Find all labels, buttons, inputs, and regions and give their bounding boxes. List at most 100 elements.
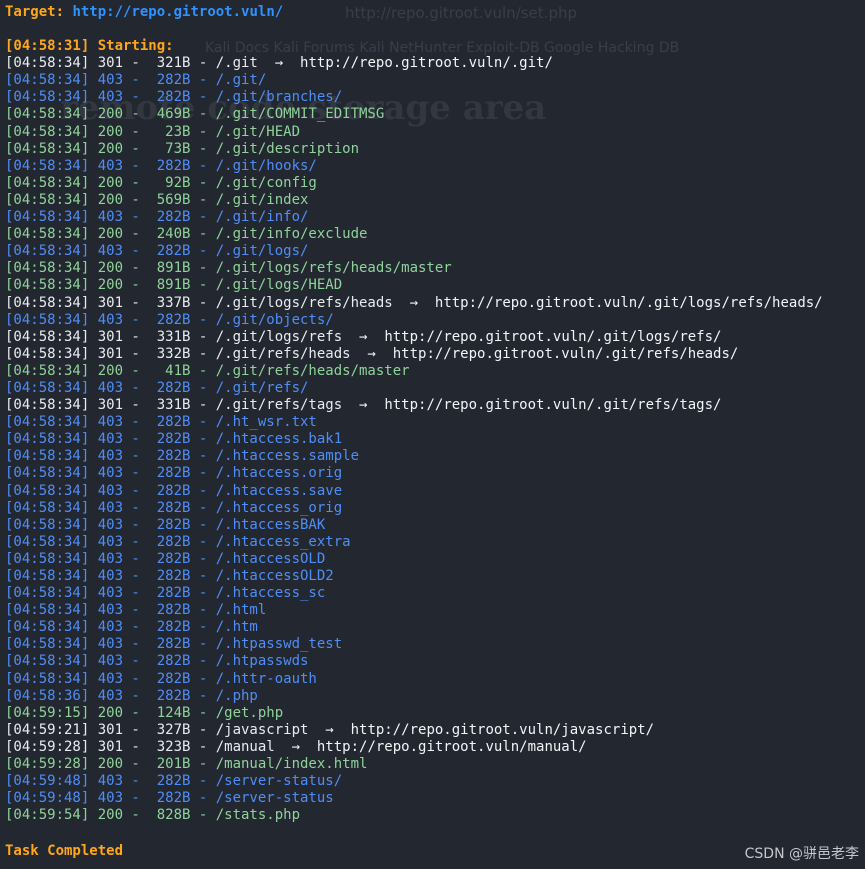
result-text: [04:59:48] 403 - 282B - /server-status/ <box>5 773 343 790</box>
result-line: [04:58:34] 403 - 282B - /.htaccess.sampl… <box>5 448 865 465</box>
result-text: [04:59:48] 403 - 282B - /server-status <box>5 790 334 807</box>
result-line: [04:58:34] 403 - 282B - /.htaccess_orig <box>5 500 865 517</box>
result-text: [04:58:34] 200 - 92B - /.git/config <box>5 174 317 191</box>
result-text: [04:58:34] 403 - 282B - /.html <box>5 602 267 619</box>
result-line: [04:58:34] 200 - 23B - /.git/HEAD <box>5 124 865 141</box>
scan-results: [04:58:34] 301 - 321B - /.git → http://r… <box>5 55 865 824</box>
result-text: [04:58:34] 200 - 469B - /.git/COMMIT_EDI… <box>5 106 385 123</box>
result-text: [04:58:34] 301 - 321B - /.git <box>5 55 258 72</box>
result-text: [04:58:34] 403 - 282B - /.git/branches/ <box>5 89 343 106</box>
result-line: [04:58:34] 301 - 331B - /.git/refs/tags … <box>5 397 865 414</box>
result-text: [04:58:34] 403 - 282B - /.httr-oauth <box>5 670 317 687</box>
result-text: [04:59:28] 301 - 323B - /manual <box>5 738 275 755</box>
result-line: [04:58:34] 200 - 41B - /.git/refs/heads/… <box>5 363 865 380</box>
result-text: [04:58:34] 403 - 282B - /.git/refs/ <box>5 379 309 396</box>
result-line: [04:58:34] 403 - 282B - /.git/branches/ <box>5 89 865 106</box>
result-line: [04:58:34] 301 - 332B - /.git/refs/heads… <box>5 346 865 363</box>
result-text: [04:58:34] 200 - 73B - /.git/description <box>5 140 360 157</box>
result-text: [04:58:34] 403 - 282B - /.git/logs/ <box>5 243 309 260</box>
result-text: [04:58:34] 403 - 282B - /.git/ <box>5 72 267 89</box>
result-text: [04:58:34] 403 - 282B - /.htaccessBAK <box>5 516 326 533</box>
result-text: [04:59:28] 200 - 201B - /manual/index.ht… <box>5 756 368 773</box>
result-text: [04:58:34] 200 - 569B - /.git/index <box>5 191 309 208</box>
result-line: [04:59:48] 403 - 282B - /server-status <box>5 790 865 807</box>
redirect-url: http://repo.gitroot.vuln/.git/refs/heads… <box>392 345 739 362</box>
result-text: [04:58:34] 301 - 337B - /.git/logs/refs/… <box>5 294 393 311</box>
result-text: [04:58:34] 403 - 282B - /.git/objects/ <box>5 311 334 328</box>
result-line: [04:58:34] 403 - 282B - /.git/hooks/ <box>5 158 865 175</box>
result-line: [04:58:34] 200 - 240B - /.git/info/exclu… <box>5 226 865 243</box>
result-text: [04:58:34] 403 - 282B - /.htaccess.orig <box>5 465 343 482</box>
result-line: [04:58:34] 403 - 282B - /.git/info/ <box>5 209 865 226</box>
result-text: [04:58:34] 403 - 282B - /.htaccess.save <box>5 482 343 499</box>
result-line: [04:58:34] 301 - 337B - /.git/logs/refs/… <box>5 295 865 312</box>
result-text: [04:58:34] 403 - 282B - /.htpasswd_test <box>5 636 343 653</box>
result-line: [04:58:34] 403 - 282B - /.httr-oauth <box>5 671 865 688</box>
result-line: [04:58:34] 403 - 282B - /.htaccess.bak1 <box>5 431 865 448</box>
result-text: [04:58:34] 403 - 282B - /.git/hooks/ <box>5 157 317 174</box>
result-line: [04:58:34] 403 - 282B - /.htaccess.orig <box>5 465 865 482</box>
result-line: [04:58:34] 200 - 92B - /.git/config <box>5 175 865 192</box>
redirect-arrow-icon: → <box>274 738 317 755</box>
result-line: [04:58:34] 403 - 282B - /.htaccess_extra <box>5 534 865 551</box>
starting-line: [04:58:31] Starting: <box>5 38 174 55</box>
result-line: [04:59:54] 200 - 828B - /stats.php <box>5 807 865 824</box>
target-label: Target: <box>5 4 65 20</box>
result-line: [04:59:48] 403 - 282B - /server-status/ <box>5 773 865 790</box>
redirect-url: http://repo.gitroot.vuln/.git/logs/refs/ <box>384 328 722 345</box>
redirect-arrow-icon: → <box>308 721 351 738</box>
redirect-url: http://repo.gitroot.vuln/.git/logs/refs/… <box>434 294 823 311</box>
terminal-output: Target: http://repo.gitroot.vuln/ [04:58… <box>5 4 865 824</box>
redirect-url: http://repo.gitroot.vuln/.git/refs/tags/ <box>384 397 722 414</box>
result-line: [04:58:34] 301 - 321B - /.git → http://r… <box>5 55 865 72</box>
target-line: Target: http://repo.gitroot.vuln/ <box>5 4 865 21</box>
result-text: [04:58:34] 301 - 332B - /.git/refs/heads <box>5 345 351 362</box>
result-text: [04:59:54] 200 - 828B - /stats.php <box>5 807 301 824</box>
result-line: [04:58:34] 403 - 282B - /.git/ <box>5 72 865 89</box>
result-text: [04:58:34] 403 - 282B - /.htaccess_sc <box>5 585 326 602</box>
result-text: [04:58:34] 301 - 331B - /.git/logs/refs <box>5 328 343 345</box>
redirect-arrow-icon: → <box>392 294 435 311</box>
result-line: [04:58:34] 200 - 73B - /.git/description <box>5 141 865 158</box>
redirect-arrow-icon: → <box>350 345 393 362</box>
result-line: [04:58:34] 403 - 282B - /.ht_wsr.txt <box>5 414 865 431</box>
result-text: [04:58:34] 301 - 331B - /.git/refs/tags <box>5 397 343 414</box>
result-line: [04:58:36] 403 - 282B - /.php <box>5 688 865 705</box>
result-line: [04:58:34] 403 - 282B - /.git/logs/ <box>5 243 865 260</box>
result-text: [04:58:34] 200 - 891B - /.git/logs/refs/… <box>5 260 452 277</box>
result-line: [04:58:34] 403 - 282B - /.html <box>5 602 865 619</box>
result-text: [04:58:34] 200 - 891B - /.git/logs/HEAD <box>5 277 343 294</box>
result-text: [04:58:34] 403 - 282B - /.htaccessOLD <box>5 550 326 567</box>
redirect-arrow-icon: → <box>257 55 301 72</box>
result-text: [04:58:34] 403 - 282B - /.htaccess.bak1 <box>5 431 343 448</box>
result-line: [04:58:34] 403 - 282B - /.htaccess.save <box>5 483 865 500</box>
result-line: [04:58:34] 403 - 282B - /.git/objects/ <box>5 312 865 329</box>
result-text: [04:58:34] 200 - 240B - /.git/info/exclu… <box>5 226 368 243</box>
redirect-url: http://repo.gitroot.vuln/manual/ <box>316 738 587 755</box>
result-line: [04:58:34] 403 - 282B - /.htaccess_sc <box>5 585 865 602</box>
result-line: [04:58:34] 403 - 282B - /.htaccessBAK <box>5 517 865 534</box>
result-line: [04:58:34] 403 - 282B - /.htpasswd_test <box>5 636 865 653</box>
result-line: [04:59:28] 301 - 323B - /manual → http:/… <box>5 739 865 756</box>
redirect-url: http://repo.gitroot.vuln/javascript/ <box>350 721 655 738</box>
result-text: [04:58:34] 403 - 282B - /.htaccessOLD2 <box>5 568 334 584</box>
result-text: [04:58:34] 200 - 41B - /.git/refs/heads/… <box>5 362 410 379</box>
result-line: [04:59:21] 301 - 327B - /javascript → ht… <box>5 722 865 739</box>
result-line: [04:58:34] 403 - 282B - /.htaccessOLD <box>5 551 865 568</box>
result-text: [04:58:34] 403 - 282B - /.htaccess_orig <box>5 499 343 516</box>
result-text: [04:58:34] 403 - 282B - /.htpasswds <box>5 653 309 670</box>
result-line: [04:58:34] 200 - 891B - /.git/logs/refs/… <box>5 260 865 277</box>
redirect-arrow-icon: → <box>342 328 385 345</box>
result-text: [04:58:34] 403 - 282B - /.htaccess_extra <box>5 533 351 550</box>
result-text: [04:58:34] 403 - 282B - /.git/info/ <box>5 209 309 226</box>
result-line: [04:58:34] 301 - 331B - /.git/logs/refs … <box>5 329 865 346</box>
result-text: [04:58:34] 200 - 23B - /.git/HEAD <box>5 123 301 140</box>
result-line: [04:58:34] 403 - 282B - /.htaccessOLD2 <box>5 568 865 585</box>
result-line: [04:59:15] 200 - 124B - /get.php <box>5 705 865 722</box>
target-url: http://repo.gitroot.vuln/ <box>72 4 284 20</box>
result-text: [04:58:36] 403 - 282B - /.php <box>5 687 258 704</box>
result-line: [04:59:28] 200 - 201B - /manual/index.ht… <box>5 756 865 773</box>
result-text: [04:58:34] 403 - 282B - /.ht_wsr.txt <box>5 414 317 431</box>
result-text: [04:58:34] 403 - 282B - /.htaccess.sampl… <box>5 448 360 465</box>
watermark: CSDN @骈邑老李 <box>744 846 859 862</box>
